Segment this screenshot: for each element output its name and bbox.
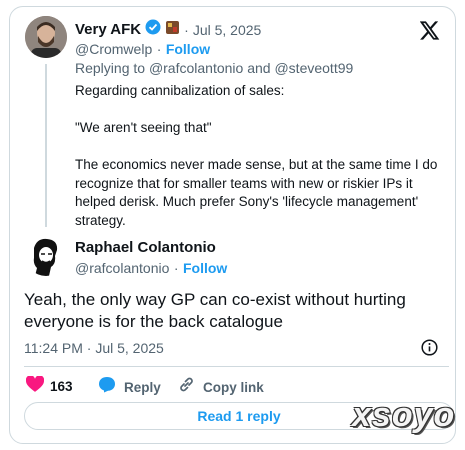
- x-logo-icon[interactable]: [419, 21, 440, 45]
- reply-label: Reply: [124, 379, 161, 395]
- user-handle[interactable]: @rafcolantonio: [75, 260, 169, 276]
- replying-and: and: [247, 60, 271, 76]
- divider: [24, 366, 449, 367]
- like-heart-icon: [25, 375, 45, 397]
- reply-text-line: everyone is for the back catalogue: [24, 312, 283, 331]
- emoji-icon: [165, 20, 180, 40]
- display-name[interactable]: Very AFK: [75, 21, 141, 38]
- avatar-raphael-colantonio[interactable]: [25, 234, 67, 276]
- verified-badge-icon: [145, 19, 161, 40]
- reply-tweet-text: Yeah, the only way GP can co-exist witho…: [24, 289, 449, 333]
- display-name[interactable]: Raphael Colantonio: [75, 239, 216, 256]
- watermark-logo: xsoyo: [352, 396, 456, 434]
- tweet-date[interactable]: Jul 5, 2025: [193, 22, 262, 38]
- copy-link-label: Copy link: [203, 379, 264, 395]
- copy-link-button[interactable]: Copy link: [178, 376, 264, 398]
- reply-text-line: Yeah, the only way GP can co-exist witho…: [24, 290, 406, 309]
- tweet-timestamp[interactable]: 11:24 PM · Jul 5, 2025: [24, 340, 164, 356]
- follow-button[interactable]: Follow: [166, 41, 210, 57]
- reply-button[interactable]: Reply: [98, 376, 161, 398]
- quoted-tweet-text: Regarding cannibalization of sales: "We …: [75, 83, 438, 228]
- avatar-very-afk[interactable]: [25, 16, 67, 58]
- user-handle[interactable]: @Cromwelp: [75, 41, 152, 57]
- link-icon: [178, 376, 195, 398]
- replying-user-link[interactable]: @rafcolantonio: [149, 60, 243, 76]
- reply-bubble-icon: [98, 376, 116, 398]
- thread-connector-line: [45, 64, 47, 227]
- follow-button[interactable]: Follow: [183, 260, 227, 276]
- like-count: 163: [50, 379, 73, 394]
- replying-to-label: Replying to: [75, 60, 146, 76]
- like-button[interactable]: 163: [25, 375, 73, 397]
- info-icon[interactable]: [421, 339, 438, 361]
- replying-user-link[interactable]: @steveott99: [274, 60, 353, 76]
